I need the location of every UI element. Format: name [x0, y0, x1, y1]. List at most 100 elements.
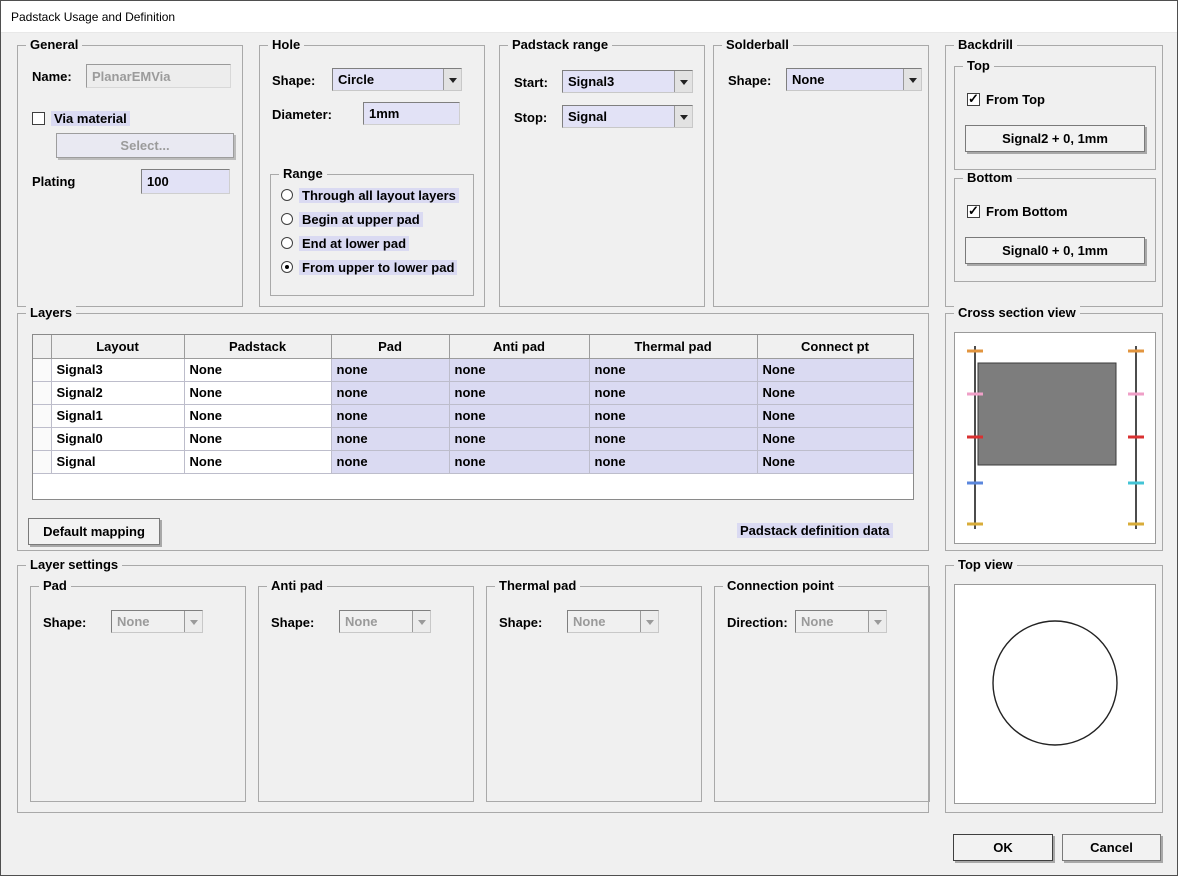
default-mapping-button[interactable]: Default mapping: [28, 518, 160, 545]
table-cell[interactable]: None: [184, 381, 331, 404]
hole-diameter-input[interactable]: [363, 102, 460, 125]
hole-group: Hole Shape: Circle Diameter: Range Throu…: [259, 45, 485, 307]
table-cell[interactable]: None: [757, 358, 913, 381]
table-cell[interactable]: Signal1: [51, 404, 184, 427]
row-selector[interactable]: [33, 427, 51, 450]
start-value: Signal3: [563, 71, 674, 92]
solderball-dropdown-button[interactable]: [903, 69, 921, 90]
start-combo[interactable]: Signal3: [562, 70, 693, 93]
start-label: Start:: [514, 75, 548, 90]
row-selector[interactable]: [33, 404, 51, 427]
table-cell[interactable]: none: [589, 427, 757, 450]
table-cell[interactable]: none: [449, 427, 589, 450]
table-cell[interactable]: none: [449, 404, 589, 427]
layer-tick: [967, 350, 983, 353]
backdrill-bottom-button[interactable]: Signal0 + 0, 1mm: [965, 237, 1145, 264]
from-bottom-row: From Bottom: [967, 201, 1068, 221]
table-row[interactable]: Signal0NonenonenonenoneNone: [33, 427, 913, 450]
table-cell[interactable]: None: [757, 381, 913, 404]
table-cell[interactable]: None: [757, 404, 913, 427]
connection-direction-combo: None: [795, 610, 887, 633]
table-cell[interactable]: Signal3: [51, 358, 184, 381]
chevron-down-icon: [418, 620, 426, 629]
radio-label-from-upper-to-lower-pad[interactable]: From upper to lower pad: [299, 260, 457, 275]
thermal-pad-legend: Thermal pad: [495, 578, 580, 593]
column-header[interactable]: Thermal pad: [589, 335, 757, 358]
solderball-shape-combo[interactable]: None: [786, 68, 922, 91]
table-cell[interactable]: None: [757, 450, 913, 473]
radio-label-begin-at-upper-pad[interactable]: Begin at upper pad: [299, 212, 423, 227]
table-cell[interactable]: None: [184, 404, 331, 427]
row-selector[interactable]: [33, 381, 51, 404]
from-bottom-checkbox[interactable]: [967, 205, 980, 218]
backdrill-top-button[interactable]: Signal2 + 0, 1mm: [965, 125, 1145, 152]
hole-shape-dropdown-button[interactable]: [443, 69, 461, 90]
table-cell[interactable]: none: [589, 381, 757, 404]
plating-input[interactable]: [141, 169, 230, 194]
table-cell[interactable]: None: [184, 358, 331, 381]
table-row[interactable]: Signal3NonenonenonenoneNone: [33, 358, 913, 381]
cancel-button[interactable]: Cancel: [1062, 834, 1161, 861]
from-bottom-label[interactable]: From Bottom: [986, 204, 1068, 219]
table-cell[interactable]: none: [589, 450, 757, 473]
table-cell[interactable]: None: [184, 427, 331, 450]
column-header[interactable]: Pad: [331, 335, 449, 358]
top-view-drawing: [955, 585, 1155, 803]
from-top-label[interactable]: From Top: [986, 92, 1045, 107]
table-cell[interactable]: Signal0: [51, 427, 184, 450]
column-header[interactable]: Anti pad: [449, 335, 589, 358]
stop-combo[interactable]: Signal: [562, 105, 693, 128]
via-material-label[interactable]: Via material: [51, 111, 130, 126]
stop-dropdown-button[interactable]: [674, 106, 692, 127]
hole-shape-row: Shape:: [272, 68, 315, 92]
table-cell[interactable]: none: [331, 358, 449, 381]
name-input: [86, 64, 231, 88]
table-cell[interactable]: none: [449, 381, 589, 404]
layer-settings-legend: Layer settings: [26, 557, 122, 572]
table-cell[interactable]: none: [331, 427, 449, 450]
layer-tick: [967, 523, 983, 526]
radio-end-at-lower-pad[interactable]: [281, 237, 293, 249]
table-cell[interactable]: none: [589, 358, 757, 381]
table-cell[interactable]: none: [449, 450, 589, 473]
radio-label-end-at-lower-pad[interactable]: End at lower pad: [299, 236, 409, 251]
start-dropdown-button[interactable]: [674, 71, 692, 92]
layer-tick: [1128, 482, 1144, 485]
table-cell[interactable]: None: [757, 427, 913, 450]
radio-label-through-all-layout-layers[interactable]: Through all layout layers: [299, 188, 459, 203]
column-header[interactable]: Connect pt: [757, 335, 913, 358]
via-material-checkbox[interactable]: [32, 112, 45, 125]
table-row[interactable]: SignalNonenonenonenoneNone: [33, 450, 913, 473]
table-cell[interactable]: None: [184, 450, 331, 473]
chevron-down-icon: [646, 620, 654, 629]
radio-through-all-layout-layers[interactable]: [281, 189, 293, 201]
column-header[interactable]: Padstack: [184, 335, 331, 358]
table-cell[interactable]: Signal: [51, 450, 184, 473]
column-header[interactable]: Layout: [51, 335, 184, 358]
from-top-checkbox[interactable]: [967, 93, 980, 106]
table-cell[interactable]: none: [331, 381, 449, 404]
ok-button[interactable]: OK: [953, 834, 1053, 861]
backdrill-top-group: Top From Top Signal2 + 0, 1mm: [954, 66, 1156, 170]
layer-tick: [1128, 350, 1144, 353]
table-cell[interactable]: none: [331, 450, 449, 473]
range-group: Range Through all layout layers Begin at…: [270, 174, 474, 296]
hole-shape-combo[interactable]: Circle: [332, 68, 462, 91]
row-selector[interactable]: [33, 358, 51, 381]
cross-section-group: Cross section view: [945, 313, 1163, 551]
table-cell[interactable]: none: [589, 404, 757, 427]
table-cell[interactable]: none: [449, 358, 589, 381]
general-group: General Name: Via material Select... Pla…: [17, 45, 243, 307]
radio-begin-at-upper-pad[interactable]: [281, 213, 293, 225]
layer-tick: [967, 482, 983, 485]
chevron-down-icon: [680, 80, 688, 89]
table-row[interactable]: Signal1NonenonenonenoneNone: [33, 404, 913, 427]
chevron-down-icon: [909, 78, 917, 87]
table-row[interactable]: Signal2NonenonenonenoneNone: [33, 381, 913, 404]
radio-from-upper-to-lower-pad[interactable]: [281, 261, 293, 273]
backdrill-bottom-group: Bottom From Bottom Signal0 + 0, 1mm: [954, 178, 1156, 282]
row-selector[interactable]: [33, 450, 51, 473]
range-option-row: Begin at upper pad: [281, 209, 423, 229]
table-cell[interactable]: none: [331, 404, 449, 427]
table-cell[interactable]: Signal2: [51, 381, 184, 404]
